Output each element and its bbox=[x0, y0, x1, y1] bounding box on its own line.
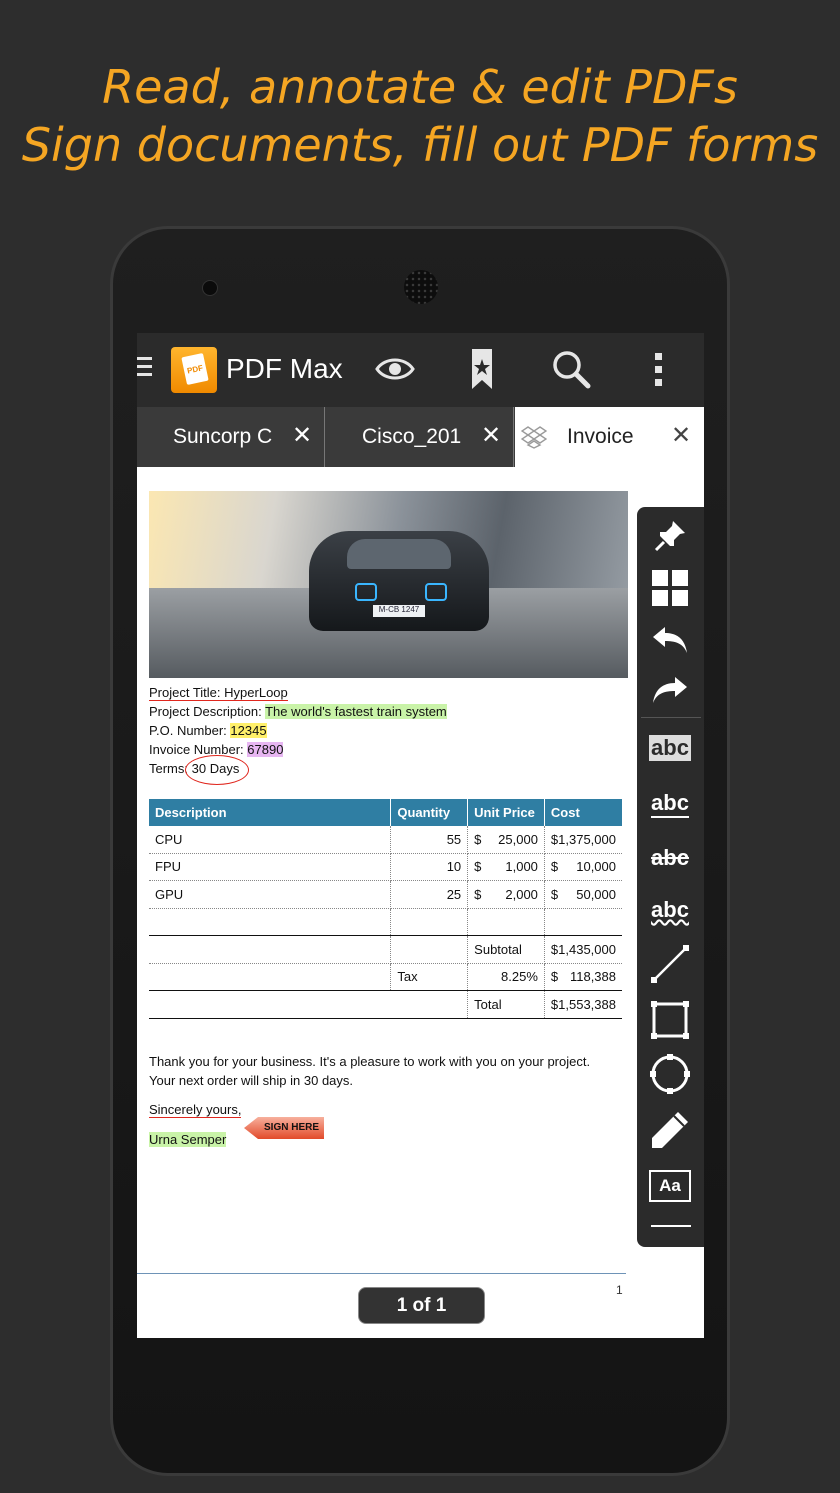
circle-icon[interactable] bbox=[649, 1054, 691, 1094]
close-icon[interactable]: ✕ bbox=[481, 421, 501, 450]
pdf-page[interactable]: M-CB 1247 Project Title: HyperLoop Proje… bbox=[137, 467, 704, 1338]
closing-text: Sincerely yours, bbox=[149, 1102, 242, 1118]
yellow-highlight: 12345 bbox=[230, 723, 267, 738]
tab-cisco[interactable]: Cisco_201 ✕ bbox=[326, 407, 514, 467]
textbox-icon[interactable]: Aa bbox=[649, 1167, 691, 1205]
front-camera bbox=[202, 280, 218, 296]
tab-label: Cisco_201 bbox=[362, 425, 462, 448]
table-row: FPU 10 $1,000 $10,000 bbox=[149, 853, 622, 881]
rectangle-icon[interactable] bbox=[649, 1001, 691, 1039]
eye-icon[interactable] bbox=[375, 347, 415, 391]
annotation-toolbar: abc abc abc abc Aa bbox=[637, 507, 704, 1247]
menu-icon[interactable] bbox=[137, 357, 153, 381]
thank-you-text: Thank you for your business. It's a plea… bbox=[149, 1054, 591, 1088]
table-row: CPU 55 $25,000 $1,375,000 bbox=[149, 826, 622, 854]
total-row: Total $1,553,388 bbox=[149, 990, 622, 1019]
license-plate: M-CB 1247 bbox=[373, 605, 425, 617]
strikeout-text-icon[interactable]: abc bbox=[649, 839, 691, 877]
app-toolbar: PDF PDF Max bbox=[137, 333, 704, 407]
purple-highlight: 67890 bbox=[247, 742, 284, 757]
tab-suncorp[interactable]: Suncorp C ✕ bbox=[137, 407, 325, 467]
table-row bbox=[149, 908, 622, 936]
tax-row: Tax 8.25% $118,388 bbox=[149, 963, 622, 991]
search-icon[interactable] bbox=[551, 349, 591, 389]
more-vertical-icon[interactable] bbox=[653, 351, 665, 391]
grid-icon[interactable] bbox=[649, 569, 691, 607]
bookmark-icon[interactable] bbox=[470, 349, 494, 389]
headline-line-1: Read, annotate & edit PDFs bbox=[102, 60, 738, 114]
col-cost: Cost bbox=[544, 799, 622, 826]
tab-invoice[interactable]: Invoice ✕ bbox=[515, 407, 704, 467]
col-quantity: Quantity bbox=[390, 799, 469, 826]
app-screen: PDF PDF Max Suncorp C ✕ Cisco_201 ✕ Invo… bbox=[137, 333, 704, 1338]
invoice-table: Description Quantity Unit Price Cost CPU… bbox=[149, 799, 622, 1019]
document-tabs: Suncorp C ✕ Cisco_201 ✕ Invoice ✕ bbox=[137, 407, 704, 467]
page-indicator: 1 of 1 bbox=[358, 1287, 485, 1324]
redo-icon[interactable] bbox=[649, 671, 691, 709]
app-logo: PDF bbox=[171, 347, 217, 393]
squiggly-text-icon[interactable]: abc bbox=[649, 891, 691, 929]
pencil-icon[interactable] bbox=[649, 1111, 691, 1149]
underline-text-icon[interactable]: abc bbox=[649, 785, 691, 823]
field-po-number: P.O. Number: 12345 bbox=[149, 723, 267, 738]
signer-name: Urna Semper bbox=[149, 1132, 227, 1147]
col-description: Description bbox=[149, 799, 392, 826]
app-logo-text: PDF bbox=[186, 363, 204, 376]
close-icon[interactable]: ✕ bbox=[292, 421, 312, 450]
car-photo: M-CB 1247 bbox=[149, 491, 628, 678]
undo-icon[interactable] bbox=[649, 621, 691, 659]
green-highlight: The world's fastest train system bbox=[265, 704, 447, 719]
close-icon[interactable]: ✕ bbox=[671, 421, 691, 450]
table-row: GPU 25 $2,000 $50,000 bbox=[149, 880, 622, 909]
earpiece-speaker bbox=[404, 270, 438, 304]
sign-here-flag[interactable]: SIGN HERE bbox=[244, 1117, 324, 1139]
field-project-title: Project Title: HyperLoop bbox=[149, 685, 288, 701]
col-unit-price: Unit Price bbox=[467, 799, 545, 826]
app-name: PDF Max bbox=[226, 353, 343, 384]
red-circle-annotation[interactable] bbox=[185, 755, 249, 785]
tab-label: Suncorp C bbox=[173, 425, 273, 448]
page-divider bbox=[137, 1273, 626, 1274]
page-number: 1 bbox=[616, 1283, 623, 1297]
more-tools-indicator[interactable] bbox=[651, 1225, 691, 1227]
field-project-description: Project Description: The world's fastest… bbox=[149, 704, 447, 719]
subtotal-row: Subtotal $1,435,000 bbox=[149, 935, 622, 964]
toolbar-separator bbox=[641, 717, 701, 718]
line-icon[interactable] bbox=[649, 945, 691, 983]
highlight-text-icon[interactable]: abc bbox=[649, 729, 691, 767]
headline-line-2: Sign documents, fill out PDF forms bbox=[21, 118, 819, 172]
dropbox-icon bbox=[521, 426, 547, 449]
tab-label: Invoice bbox=[567, 425, 634, 448]
pin-icon[interactable] bbox=[649, 517, 691, 555]
